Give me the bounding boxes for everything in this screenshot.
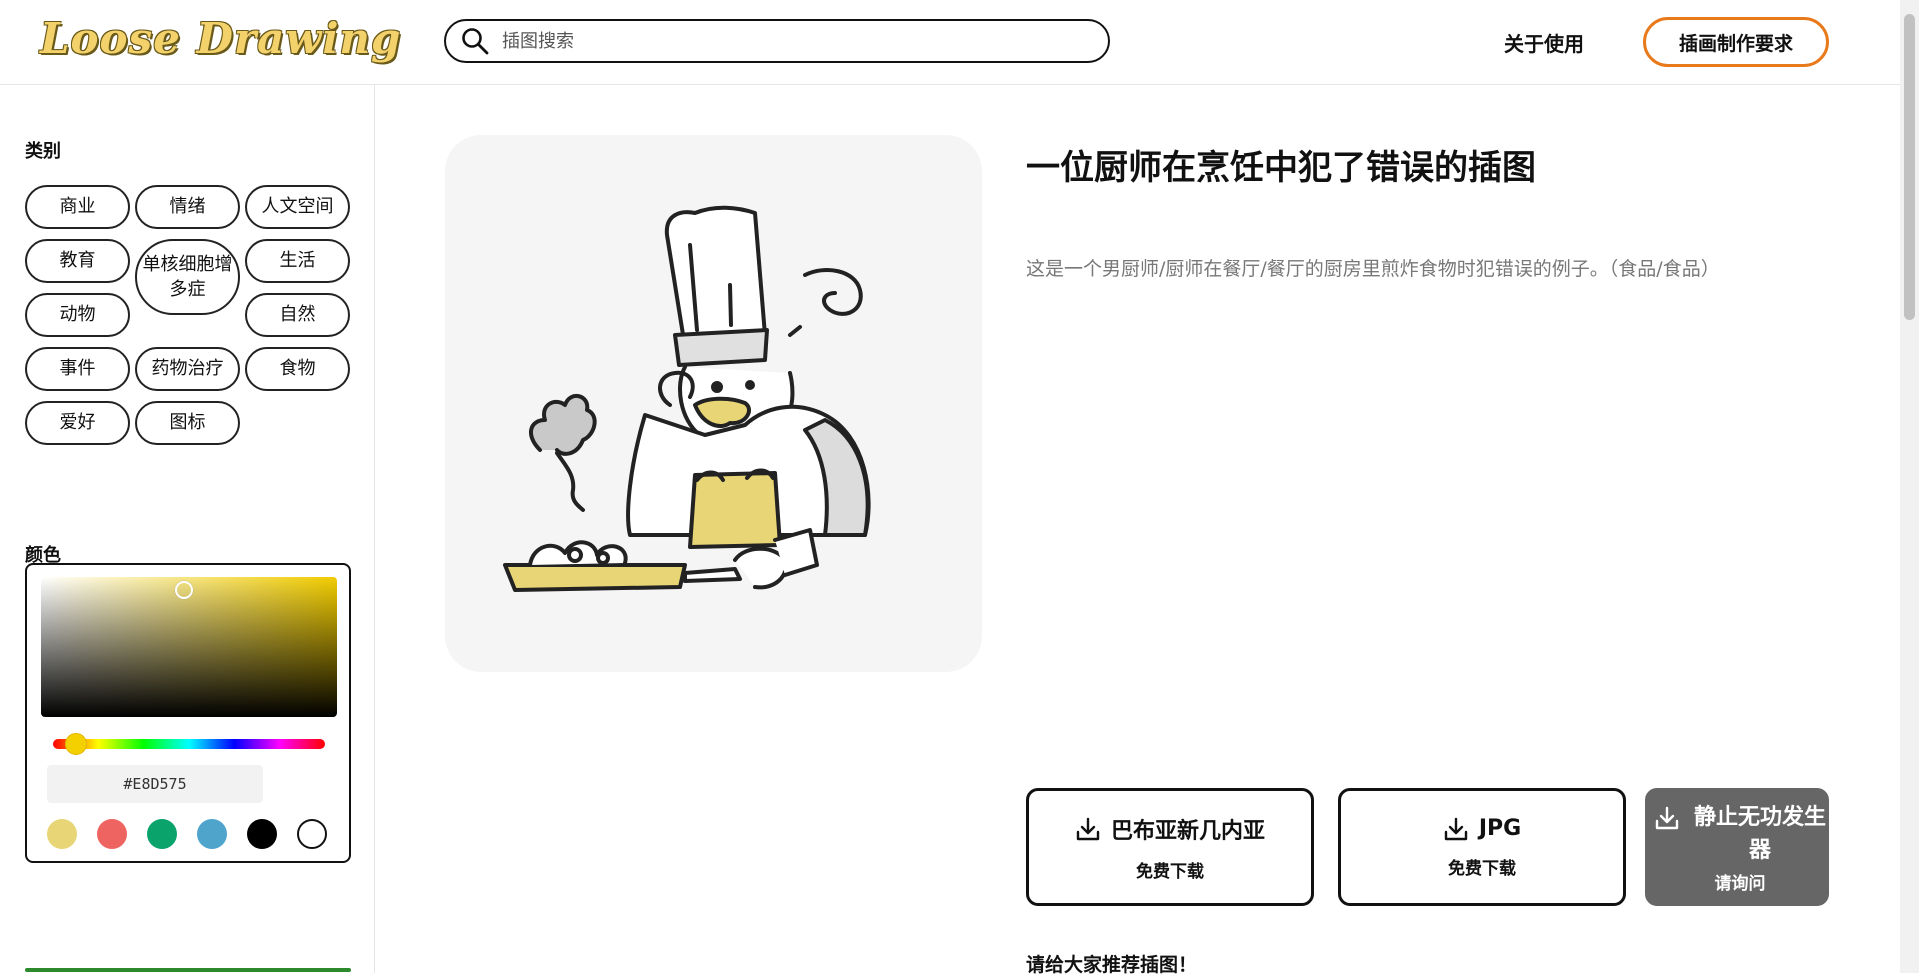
color-swatch[interactable] — [97, 819, 127, 849]
search-icon — [462, 28, 489, 55]
category-chip[interactable]: 事件 — [25, 347, 130, 391]
color-swatch[interactable] — [147, 819, 177, 849]
download-sub: 请询问 — [1714, 873, 1766, 894]
search-input[interactable] — [500, 29, 1064, 53]
category-chip[interactable]: 药物治疗 — [135, 347, 240, 391]
category-title: 类别 — [25, 141, 61, 162]
category-chip[interactable]: 自然 — [245, 293, 350, 337]
color-swatch[interactable] — [247, 819, 277, 849]
download-icon — [1655, 806, 1679, 829]
saturation-cursor[interactable] — [175, 581, 193, 599]
chef-illustration — [503, 205, 871, 592]
category-chip[interactable]: 生活 — [245, 239, 350, 283]
download-label: 巴布亚新几内亚 — [1110, 818, 1265, 844]
download-png-button[interactable]: 巴布亚新几内亚 免费下载 — [1026, 788, 1314, 906]
sidebar: 类别 商业 情绪 人文空间 教育 单核细胞增多症 生活 动物 自然 事件 药物治… — [0, 85, 375, 973]
nav-about-link[interactable]: 关于使用 — [1504, 28, 1584, 57]
download-icon — [1076, 817, 1100, 840]
category-list: 商业 情绪 人文空间 教育 单核细胞增多症 生活 动物 自然 事件 药物治疗 食… — [25, 185, 355, 445]
color-picker: #E8D575 — [25, 563, 351, 863]
category-chip[interactable]: 情绪 — [135, 185, 240, 229]
sidebar-bottom-bar — [25, 968, 351, 972]
search-bar[interactable] — [444, 19, 1110, 63]
illustration-description: 这是一个男厨师/厨师在餐厅/餐厅的厨房里煎炸食物时犯错误的例子。（食品/食品） — [1026, 258, 1720, 280]
download-svg-button[interactable]: 静止无功发生器 请询问 — [1645, 788, 1829, 906]
illustration-request-button[interactable]: 插画制作要求 — [1643, 17, 1829, 67]
hue-slider[interactable] — [53, 739, 325, 749]
color-swatch[interactable] — [47, 819, 77, 849]
illustration-preview — [445, 135, 982, 672]
category-chip[interactable]: 单核细胞增多症 — [135, 239, 240, 315]
color-swatch[interactable] — [197, 819, 227, 849]
category-chip[interactable]: 动物 — [25, 293, 130, 337]
hue-slider-thumb[interactable] — [65, 733, 87, 755]
download-sub: 免费下载 — [1136, 861, 1204, 882]
download-sub: 免费下载 — [1448, 858, 1516, 879]
category-chip[interactable]: 爱好 — [25, 401, 130, 445]
download-label: JPG — [1478, 816, 1522, 841]
saturation-area[interactable] — [41, 577, 337, 717]
hex-input[interactable]: #E8D575 — [47, 765, 263, 803]
page-title: 一位厨师在烹饪中犯了错误的插图 — [1026, 148, 1536, 188]
page-scrollbar[interactable] — [1900, 0, 1919, 973]
site-logo[interactable]: Loose Drawing — [40, 14, 401, 63]
category-chip[interactable]: 商业 — [25, 185, 130, 229]
category-chip[interactable]: 教育 — [25, 239, 130, 283]
color-swatch[interactable] — [297, 819, 327, 849]
download-jpg-button[interactable]: JPG 免费下载 — [1338, 788, 1626, 906]
category-chip[interactable]: 人文空间 — [245, 185, 350, 229]
header: Loose Drawing 关于使用 插画制作要求 — [0, 0, 1900, 85]
category-chip[interactable]: 图标 — [135, 401, 240, 445]
category-chip[interactable]: 食物 — [245, 347, 350, 391]
scrollbar-thumb[interactable] — [1904, 14, 1915, 320]
download-icon — [1444, 817, 1468, 840]
color-swatches — [47, 819, 327, 849]
download-label: 静止无功发生器 — [1693, 804, 1826, 863]
